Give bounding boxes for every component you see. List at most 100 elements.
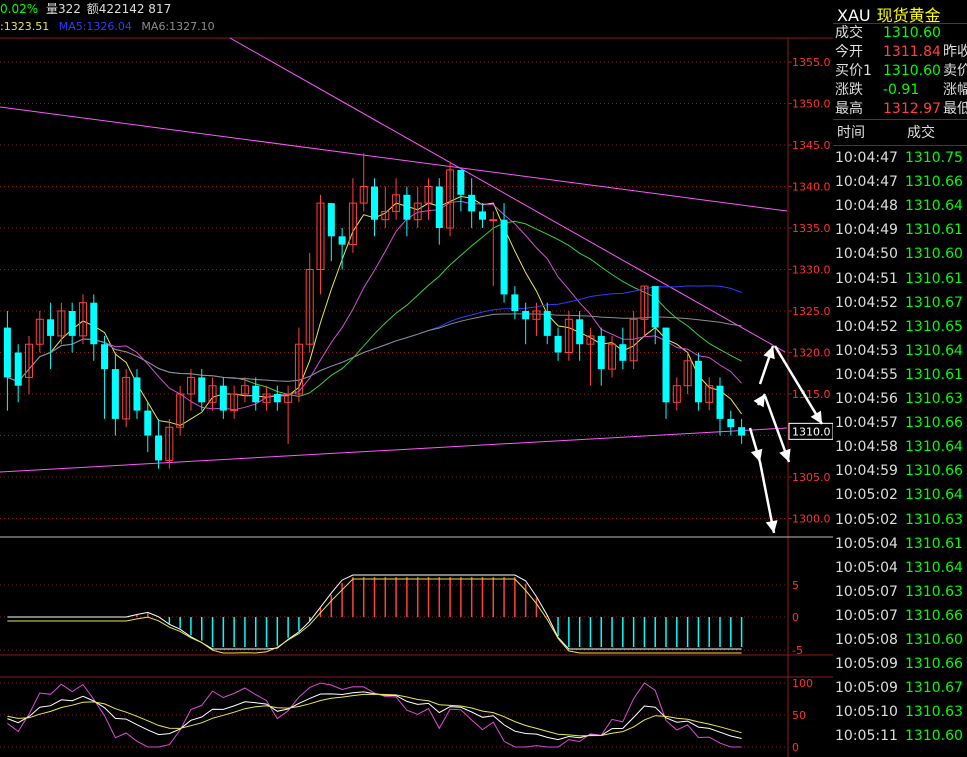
tick-price: 1310.64 [905, 487, 963, 504]
tick-row: 10:05:02 1310.64 [835, 483, 963, 507]
kdj-line [7, 691, 742, 741]
quote-row: 涨跌 -0.91 涨幅 [835, 81, 967, 100]
candle-body [662, 327, 670, 403]
candle-body [327, 203, 335, 237]
tick-price: 1310.63 [905, 511, 963, 528]
candle-body [219, 385, 227, 411]
tick-price: 1310.60 [905, 728, 963, 745]
quote-value: 1311.84 [883, 44, 941, 60]
tick-row: 10:05:09 1310.67 [835, 676, 963, 700]
tick-time: 10:04:51 [835, 270, 898, 287]
quote-row: 成交 1310.60 [835, 24, 943, 43]
candle-body [478, 211, 486, 220]
tick-row: 10:04:52 1310.67 [835, 291, 963, 315]
tick-row: 10:04:49 1310.61 [835, 218, 963, 242]
tick-price: 1310.65 [905, 318, 963, 335]
candle-body [468, 194, 476, 212]
tick-time: 10:05:11 [835, 728, 898, 745]
candle-body [576, 319, 584, 345]
tick-row: 10:05:02 1310.63 [835, 508, 963, 532]
candle-body [694, 360, 702, 403]
tick-time: 10:05:02 [835, 511, 898, 528]
tick-price: 1310.64 [905, 198, 963, 215]
macd-axis-label: 0 [792, 611, 799, 624]
candle-body [338, 236, 346, 245]
candle-body [457, 169, 465, 195]
tick-row: 10:05:07 1310.66 [835, 604, 963, 628]
tick-time: 10:04:49 [835, 222, 898, 239]
tick-time: 10:05:07 [835, 607, 898, 624]
ticks-price-header: 成交 [907, 125, 935, 141]
candle-body [144, 410, 152, 436]
candle-body [716, 385, 724, 419]
quote-label: 成交 [835, 25, 863, 41]
tick-time: 10:04:50 [835, 246, 898, 263]
candle-body [489, 219, 498, 222]
kdj-line [7, 682, 742, 748]
tick-price: 1310.66 [905, 415, 963, 432]
tick-row: 10:05:07 1310.63 [835, 580, 963, 604]
quote-label: 买价1 [835, 63, 872, 79]
kdj-axis-label: 100 [792, 677, 813, 690]
ma1-value: :1323.51 [0, 20, 50, 33]
candle-body [47, 319, 55, 336]
candle-body [651, 286, 659, 328]
candle-body [273, 394, 281, 403]
candle-body [252, 385, 260, 403]
quote-panel: XAU 现货黄金 成交 1310.60 今开 1311.84 昨收 买价1 1310.60 卖价… [833, 0, 967, 757]
price-axis-label: 1325.0 [792, 305, 831, 318]
price-axis-label: 1345.0 [792, 139, 831, 152]
candle-body [597, 335, 605, 370]
tick-row: 10:05:08 1310.60 [835, 628, 963, 652]
tick-price: 1310.60 [905, 632, 963, 648]
candle-body [14, 352, 22, 386]
price-axis-label: 1355.0 [792, 56, 831, 69]
macd-axis-label: -5 [792, 644, 803, 657]
kdj-line [7, 693, 742, 737]
tick-row: 10:04:59 1310.66 [835, 459, 963, 483]
price-axis-label: 1350.0 [792, 98, 831, 111]
candle-body [522, 311, 530, 320]
tick-row: 10:05:04 1310.64 [835, 556, 963, 580]
tick-row: 10:05:10 1310.63 [835, 700, 963, 724]
tick-row: 10:04:47 1310.75 [835, 146, 963, 170]
tick-price: 1310.61 [905, 535, 963, 552]
quote-row: 买价1 1310.60 卖价 [835, 62, 967, 81]
candlestick-chart[interactable]: 1355.0 1350.0 1345.0 1340.0 1335.0 1330.0 1325… [0, 0, 833, 757]
quote-label: 最高 [835, 101, 863, 117]
quote-label: 今开 [835, 44, 863, 60]
tick-price: 1310.64 [905, 342, 963, 359]
candle-body [619, 344, 627, 361]
tick-time: 10:04:47 [835, 174, 898, 191]
tick-row: 10:04:47 1310.66 [835, 170, 963, 194]
tick-price: 1310.67 [905, 294, 963, 311]
tick-row: 10:04:57 1310.66 [835, 411, 963, 435]
tick-time: 10:04:57 [835, 415, 898, 432]
kdj-panel: 100 50 0 [0, 677, 813, 754]
macd-panel: 5 0 -5 [0, 574, 803, 657]
tick-price: 1310.66 [905, 174, 963, 191]
kdj-axis-label: 0 [792, 741, 799, 754]
tick-time: 10:05:07 [835, 583, 898, 600]
ma-legend: :1323.51 MA5:1326.04 MA6:1327.10 [0, 20, 215, 36]
candle-body [554, 335, 562, 353]
tick-time: 10:04:52 [835, 294, 898, 311]
candle-body [738, 427, 746, 436]
tick-time: 10:05:09 [835, 656, 898, 673]
tick-time: 10:04:58 [835, 439, 898, 456]
tick-row: 10:04:52 1310.65 [835, 315, 963, 339]
tick-row: 10:05:11 1310.60 [835, 724, 963, 748]
tick-time: 10:04:53 [835, 342, 898, 359]
tick-price: 1310.63 [905, 391, 963, 407]
candle-body [435, 186, 443, 228]
chart-header: 0.02% 量322 额422142 817 [0, 0, 171, 20]
tick-price: 1310.67 [905, 680, 963, 697]
tick-time: 10:04:56 [835, 391, 898, 407]
tick-time: 10:04:47 [835, 150, 898, 166]
candle-body [371, 186, 378, 220]
tick-price: 1310.61 [905, 270, 963, 287]
tick-time: 10:05:02 [835, 487, 898, 504]
tick-price: 1310.63 [905, 583, 963, 600]
quote-extra-label: 昨收 [943, 44, 967, 60]
price-axis-label: 1330.0 [792, 264, 831, 277]
